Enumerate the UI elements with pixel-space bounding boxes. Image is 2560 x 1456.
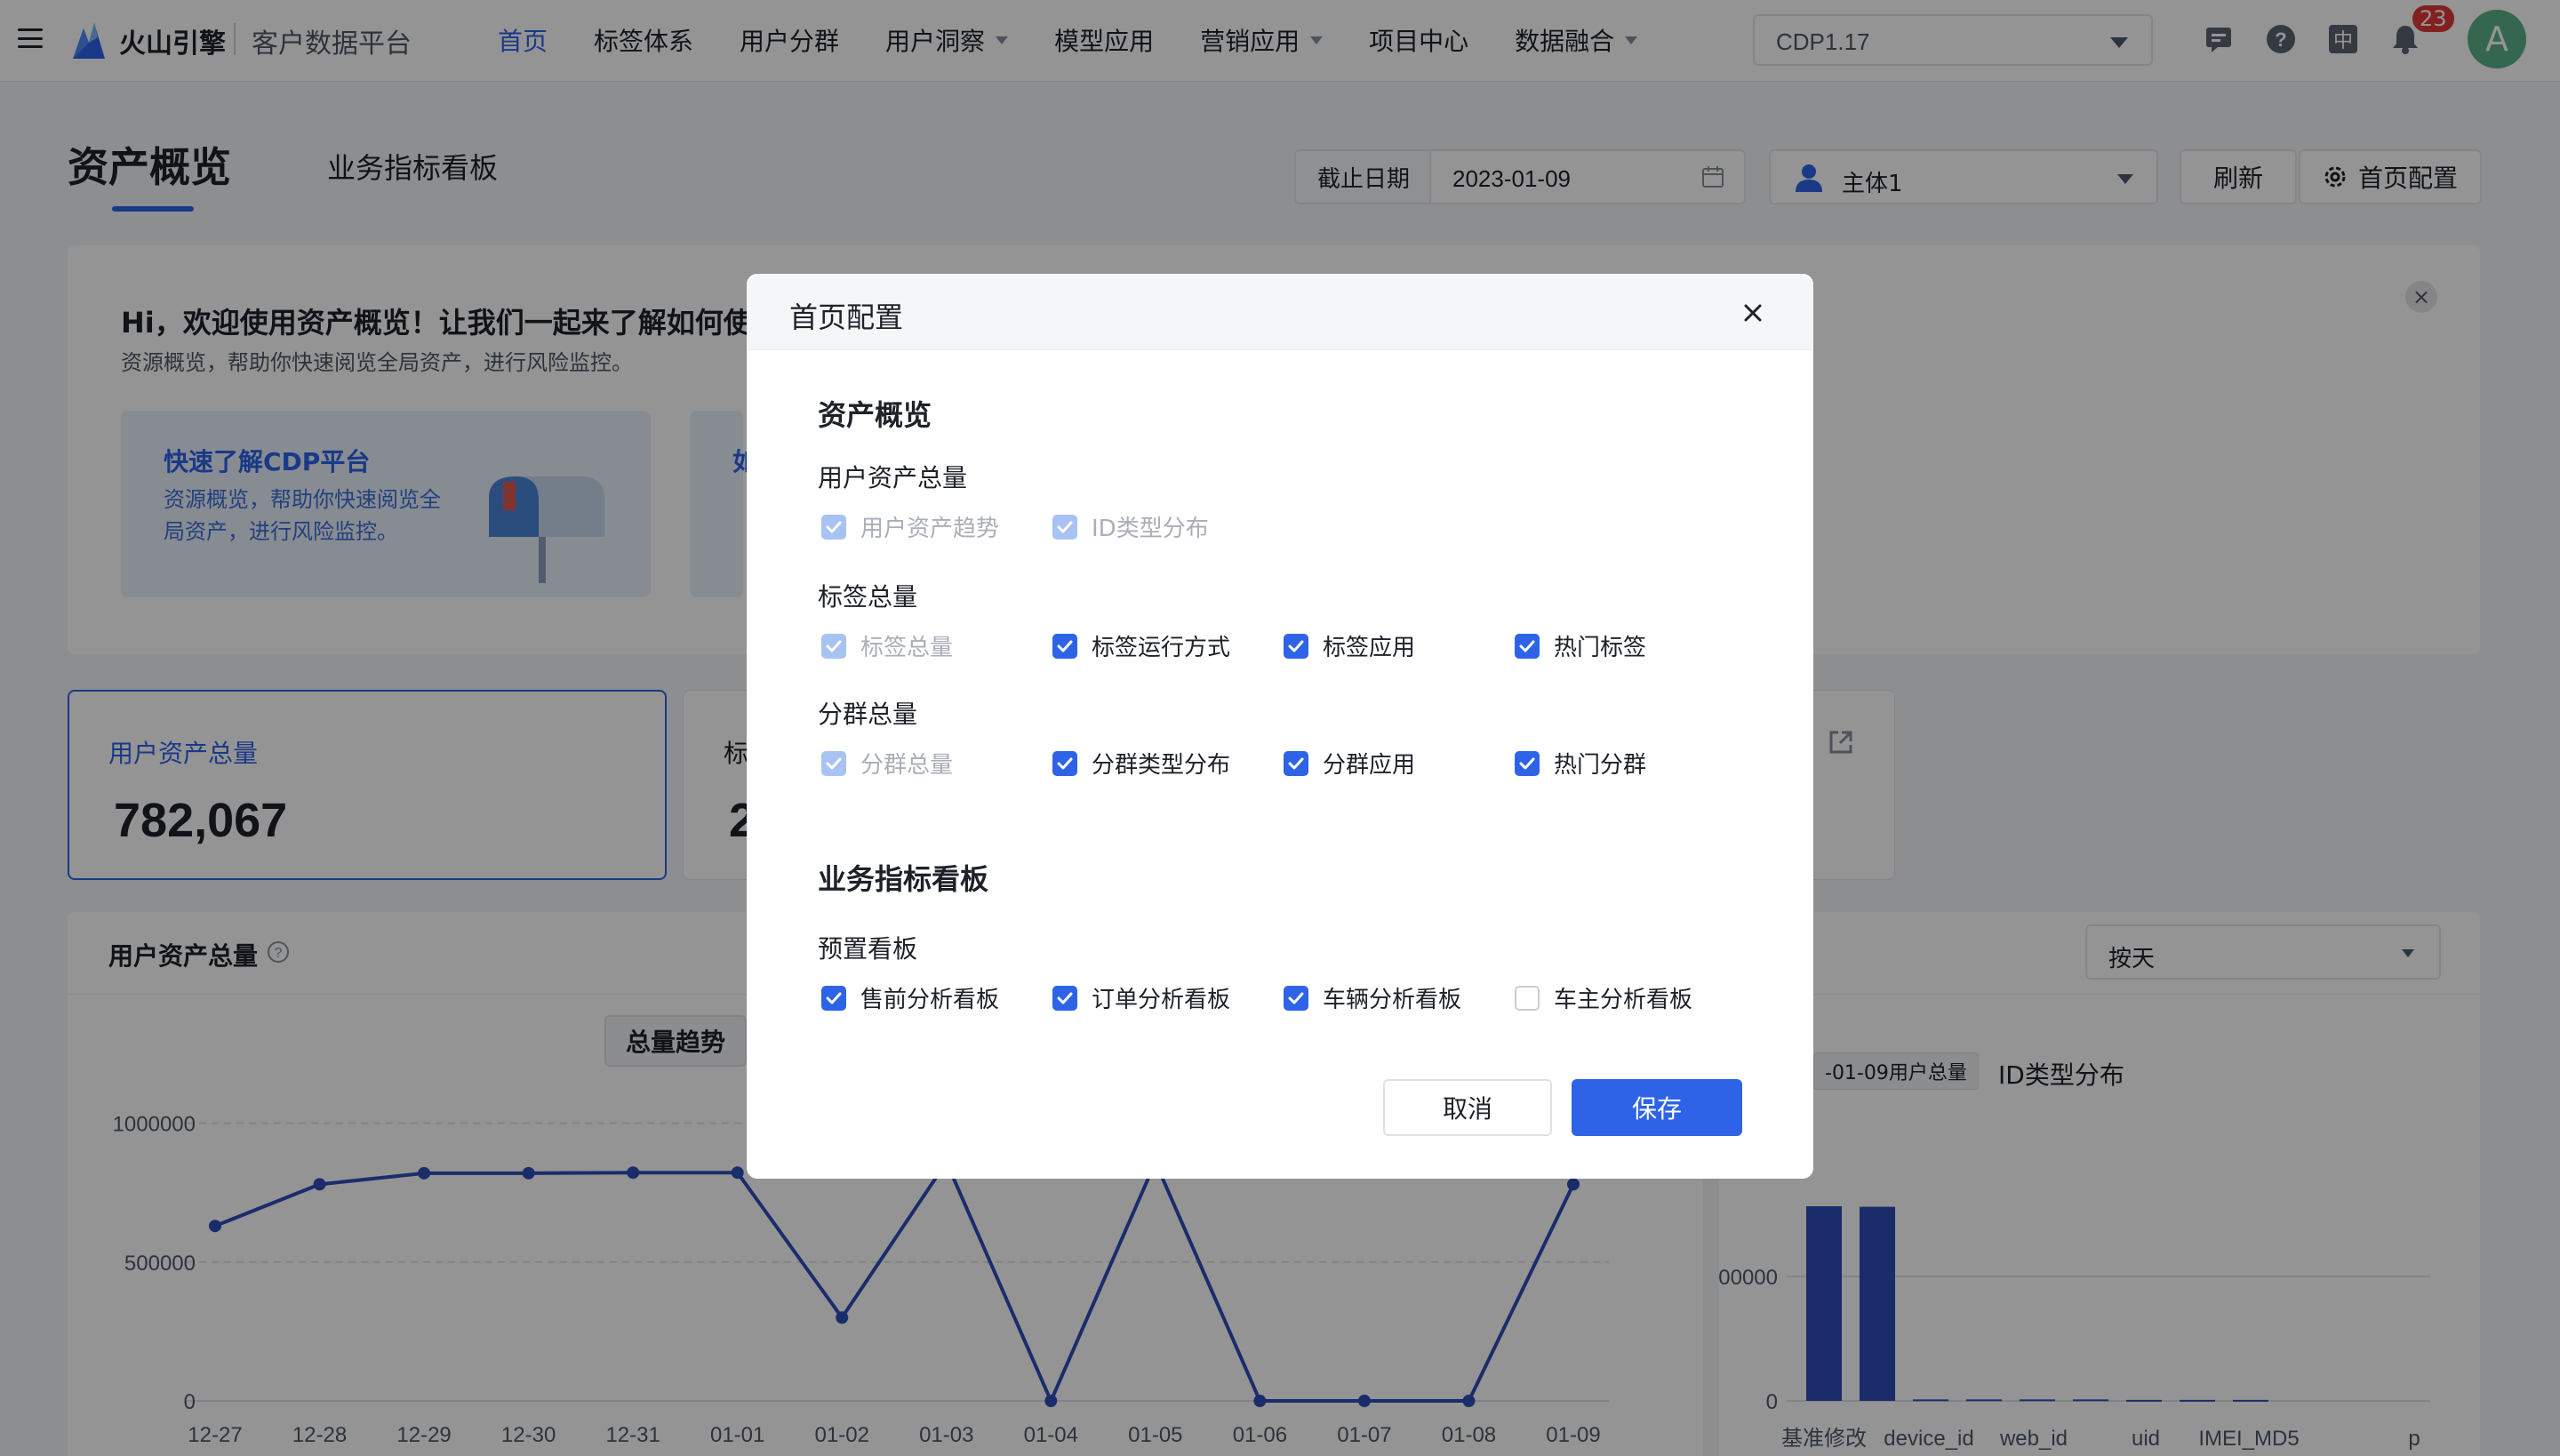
checkbox-icon <box>1052 514 1077 540</box>
checkbox-icon <box>821 985 846 1011</box>
checkbox-icon <box>1052 985 1077 1011</box>
checkbox-icon <box>1284 633 1308 659</box>
checkbox-label: 热门分群 <box>1554 752 1647 779</box>
checkbox-label: ID类型分布 <box>1092 516 1209 542</box>
checkbox-icon <box>821 514 846 540</box>
config-checkbox[interactable]: 热门分群 <box>1515 747 1646 780</box>
config-checkbox: 用户资产趋势 <box>821 510 999 543</box>
checkbox-label: 标签总量 <box>860 635 954 661</box>
config-checkbox[interactable]: 分群类型分布 <box>1052 747 1230 780</box>
checkbox-label: 车主分析看板 <box>1554 987 1693 1013</box>
checkbox-icon <box>1284 750 1308 776</box>
cancel-button[interactable]: 取消 <box>1383 1079 1552 1136</box>
config-checkbox[interactable]: 标签运行方式 <box>1052 629 1230 662</box>
checkbox-icon <box>1515 985 1540 1011</box>
checkbox-label: 用户资产趋势 <box>860 516 1000 542</box>
group-title: 标签总量 <box>818 582 918 612</box>
config-checkbox[interactable]: 订单分析看板 <box>1052 981 1230 1014</box>
modal-header <box>747 274 1813 350</box>
config-checkbox[interactable]: 分群应用 <box>1284 747 1415 780</box>
checkbox-icon <box>1052 633 1077 659</box>
group-title: 用户资产总量 <box>818 463 968 492</box>
home-config-modal: 首页配置 资产概览 用户资产总量 用户资产趋势 ID类型分布 标签总量 标签总量 标签运行… <box>747 274 1813 1179</box>
checkbox-label: 标签应用 <box>1323 635 1416 661</box>
checkbox-icon <box>821 750 846 776</box>
checkbox-icon <box>1052 750 1077 776</box>
modal-title: 首页配置 <box>789 300 904 334</box>
checkbox-label: 分群应用 <box>1323 752 1416 779</box>
config-checkbox[interactable]: 车辆分析看板 <box>1284 981 1461 1014</box>
checkbox-icon <box>1515 750 1540 776</box>
checkbox-icon <box>821 633 846 659</box>
close-icon[interactable] <box>1735 295 1771 331</box>
checkbox-label: 分群类型分布 <box>1092 752 1231 779</box>
checkbox-label: 售前分析看板 <box>860 987 1000 1013</box>
config-checkbox: ID类型分布 <box>1052 510 1209 543</box>
config-checkbox[interactable]: 热门标签 <box>1515 629 1646 662</box>
checkbox-icon <box>1284 985 1308 1011</box>
config-checkbox[interactable]: 车主分析看板 <box>1515 981 1692 1014</box>
checkbox-label: 订单分析看板 <box>1092 987 1231 1013</box>
config-checkbox: 分群总量 <box>821 747 953 780</box>
checkbox-label: 热门标签 <box>1554 635 1647 661</box>
checkbox-label: 分群总量 <box>860 752 954 779</box>
config-checkbox: 标签总量 <box>821 629 953 662</box>
save-button[interactable]: 保存 <box>1572 1079 1742 1136</box>
section-asset-overview: 资产概览 <box>818 398 932 432</box>
checkbox-label: 车辆分析看板 <box>1323 987 1462 1013</box>
config-checkbox[interactable]: 售前分析看板 <box>821 981 999 1014</box>
checkbox-icon <box>1515 633 1540 659</box>
checkbox-label: 标签运行方式 <box>1092 635 1231 661</box>
group-title: 预置看板 <box>818 934 918 964</box>
section-business-dashboard: 业务指标看板 <box>818 862 989 896</box>
group-title: 分群总量 <box>818 700 918 729</box>
config-checkbox[interactable]: 标签应用 <box>1284 629 1415 662</box>
